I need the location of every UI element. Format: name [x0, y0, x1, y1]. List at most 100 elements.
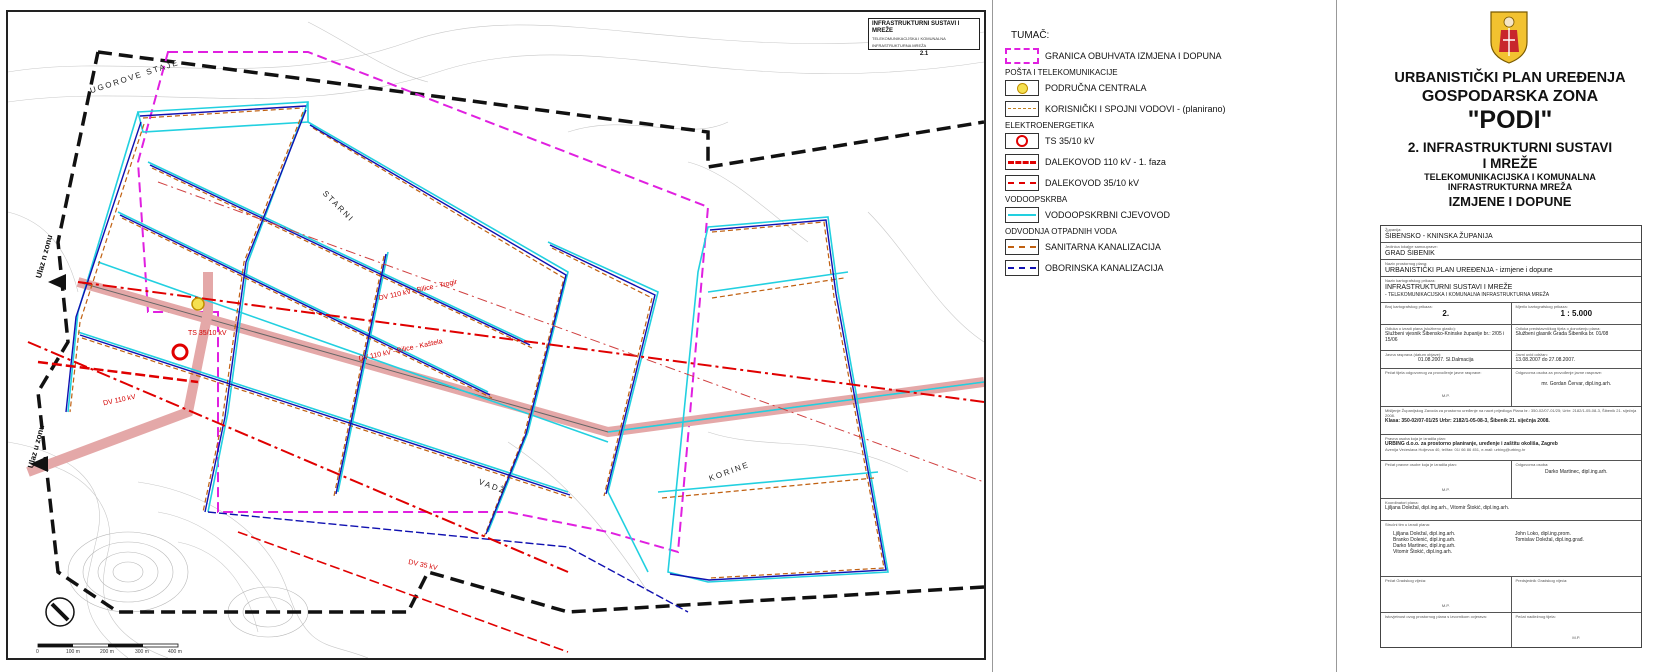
table-row: Broj kartografskog prikaza: 2. Mjerilo ka…	[1381, 303, 1641, 325]
corner-title-number: 2.1	[919, 51, 929, 57]
title-line8: IZMJENE I DOPUNE	[1448, 194, 1572, 209]
dv110-swatch	[1005, 153, 1039, 170]
scale-tick: 300 m	[135, 649, 149, 655]
legend-label: OBORINSKA KANALIZACIJA	[1045, 262, 1164, 273]
legend-item-dv35: DALEKOVOD 35/10 kV	[1005, 174, 1305, 191]
legend-label: DALEKOVOD 110 kV - 1. faza	[1045, 156, 1166, 167]
publication-value: 01.08.2007. Sl.Dalmacija	[1417, 357, 1474, 363]
map-canvas[interactable]	[8, 12, 984, 658]
scale-tick: 400 m	[168, 649, 182, 655]
legend-group-elec: ELEKTROENERGETIKA	[1005, 121, 1094, 130]
table-row: Pravna osoba koja je izradila plan: URBIN…	[1381, 435, 1641, 461]
legend-item-boundary: GRANICA OBUHVATA IZMJENA I DOPUNA	[1005, 47, 1305, 64]
water-swatch	[1005, 206, 1039, 223]
scale-value: 1 : 5.000	[1560, 309, 1593, 318]
city-crest-icon	[1490, 11, 1528, 64]
legend-label: GRANICA OBUHVATA IZMJENA I DOPUNA	[1045, 50, 1222, 61]
consent-class: Klasa: 350-02/07-01/25 Urbr: 2182/1-05-0…	[1385, 418, 1550, 424]
legend-item-dv110: DALEKOVOD 110 kV - 1. faza	[1005, 153, 1305, 170]
cell-caption: Pečat nadležnog tijela:	[1515, 614, 1556, 619]
ts-swatch	[1005, 132, 1039, 149]
sanitary-network	[69, 107, 885, 579]
legend-label: VODOOPSKRBNI CJEVOVOD	[1045, 209, 1171, 220]
legend-label: DALEKOVOD 35/10 kV	[1045, 177, 1140, 188]
central-symbol	[191, 297, 205, 311]
legend-item-sanitary: SANITARNA KANALIZACIJA	[1005, 238, 1305, 255]
ts-35-10-symbol	[171, 343, 189, 361]
legend-label: SANITARNA KANALIZACIJA	[1045, 241, 1161, 252]
maker-address: Avenija Većeslava Holjevca 40, tel/fax: …	[1385, 447, 1526, 452]
consent-text: Mišljenje Županijskog Zavoda za prostorn…	[1385, 408, 1637, 418]
legend: TUMAČ: GRANICA OBUHVATA IZMJENA I DOPUNA…	[1005, 24, 1305, 304]
table-row: Pečat Gradskog vijeća: M.P. Predsjednik G…	[1381, 577, 1641, 613]
scale-tick: 200 m	[100, 649, 114, 655]
terrain-hill	[67, 531, 309, 638]
map-corner-title: INFRASTRUKTURNI SUSTAVI I MREŽE TELEKOMU…	[868, 18, 980, 57]
legend-item-user-lines: KORISNIČKI I SPOJNI VODOVI - (planirano)	[1005, 100, 1305, 117]
seal-mark: M.P.	[1441, 393, 1450, 398]
table-row: Stručni tim u izradi plana: Ljiljana Dol…	[1381, 521, 1641, 577]
title-line5: I MREŽE	[1482, 156, 1538, 171]
table-row: Pečat pravne osobe koja je izradila plan…	[1381, 461, 1641, 499]
cell-caption: Odgovorna osoba:	[1515, 462, 1549, 467]
sheet-number: 2.	[1442, 309, 1450, 318]
scale-bar	[37, 643, 179, 648]
table-row: Koordinatori plana: Ljiljana Doležal, dip…	[1381, 499, 1641, 521]
legend-title: TUMAČ:	[1011, 30, 1050, 41]
title-line3: "PODI"	[1467, 106, 1553, 134]
sheet-sub-value: - TELEKOMUNIKACIJSKA I KOMUNALNA INFRAST…	[1385, 292, 1550, 298]
responsible-value: mr. Gordan Červar, dipl.ing.arh.	[1541, 381, 1612, 387]
title-table: Županija: ŠIBENSKO - KNINSKA ŽUPANIJA Jed…	[1380, 225, 1642, 648]
team-member: Tomislav Doležal, dipl.ing.građ.	[1515, 537, 1584, 543]
title-line6: TELEKOMUNIKACIJSKA I KOMUNALNA	[1424, 172, 1596, 182]
cell-caption: Stručni tim u izradi plana:	[1385, 522, 1430, 527]
table-row: Mišljenje Županijskog Zavoda za prostorn…	[1381, 407, 1641, 435]
seal-mark: M.P.	[1441, 603, 1450, 608]
legend-label: PODRUČNA CENTRALA	[1045, 82, 1147, 93]
central-swatch	[1005, 79, 1039, 96]
table-row: Javna rasprava (datum objave): 01.08.2007…	[1381, 351, 1641, 369]
legend-group-water: VODOOPSKRBA	[1005, 195, 1068, 204]
legend-group-post: POŠTA I TELEKOMUNIKACIJE	[1005, 68, 1118, 77]
cell-caption: Pečat pravne osobe koja je izradila plan…	[1385, 462, 1457, 467]
legend-item-water: VODOOPSKRBNI CJEVOVOD	[1005, 206, 1305, 223]
cell-caption: Pečat Gradskog vijeća:	[1385, 578, 1427, 583]
drawing-sheet: INFRASTRUKTURNI SUSTAVI I MREŽE TELEKOMU…	[0, 0, 1680, 672]
storm-swatch	[1005, 259, 1039, 276]
table-row: Naziv kartografskog prikaza: INFRASTRUKTU…	[1381, 277, 1641, 303]
table-row: Naziv prostornog plana: URBANISTIČKI PLAN…	[1381, 260, 1641, 277]
title-line4: 2. INFRASTRUKTURNI SUSTAVI	[1407, 140, 1613, 155]
legend-label: TS 35/10 kV	[1045, 135, 1095, 146]
cell-caption: Predsjednik Gradskog vijeća:	[1515, 578, 1568, 583]
city-value: GRAD ŠIBENIK	[1385, 250, 1435, 257]
sanitary-swatch	[1005, 238, 1039, 255]
gazette-value: Službeni vjesnik Šibensko-Kninske župani…	[1385, 331, 1505, 343]
cell-caption: Odgovorna osoba za provođenje javne rasp…	[1515, 370, 1603, 375]
plan-value: URBANISTIČKI PLAN UREĐENJA - izmjene i d…	[1385, 267, 1553, 274]
map-panel[interactable]: INFRASTRUKTURNI SUSTAVI I MREŽE TELEKOMU…	[6, 10, 986, 660]
cell-caption: Pečat tijela odgovornog za provođenje ja…	[1385, 370, 1482, 375]
north-arrow-icon	[45, 597, 75, 627]
coordinators-value: Ljiljana Doležal, dipl.ing.arh., Vitomir…	[1385, 505, 1510, 511]
outer-boundary-line	[36, 50, 984, 614]
legend-item-central: PODRUČNA CENTRALA	[1005, 79, 1305, 96]
cell-caption: Istovjetnost ovog prostornog plana s izv…	[1385, 614, 1487, 619]
corner-title-line2: TELEKOMUNIKACIJSKA I KOMUNALNA INFRASTRU…	[872, 36, 946, 48]
entry-arrow-icon	[48, 274, 66, 290]
title-block: URBANISTIČKI PLAN UREĐENJA GOSPODARSKA Z…	[1340, 0, 1680, 672]
panel-divider	[1336, 0, 1337, 672]
scale-tick: 0	[36, 649, 39, 655]
team-member: Vitomir Štokić, dipl.ing.arh.	[1393, 549, 1453, 555]
panel-divider	[992, 0, 993, 672]
gazette2-value: Službeni glasnik Grada Šibenika br. 01/0…	[1515, 331, 1609, 337]
title-line2: GOSPODARSKA ZONA	[1421, 88, 1599, 105]
legend-item-storm: OBORINSKA KANALIZACIJA	[1005, 259, 1305, 276]
corner-title-line1: INFRASTRUKTURNI SUSTAVI I MREŽE	[872, 21, 960, 34]
table-row: Županija: ŠIBENSKO - KNINSKA ŽUPANIJA	[1381, 226, 1641, 243]
ts-label: TS 35/10 kV	[188, 330, 227, 337]
legend-label: KORISNIČKI I SPOJNI VODOVI - (planirano)	[1045, 103, 1226, 114]
table-row: Jedinica lokalne samouprave: GRAD ŠIBENIK	[1381, 243, 1641, 260]
sheet-value: INFRASTRUKTURNI SUSTAVI I MREŽE	[1385, 284, 1513, 291]
title-line1: URBANISTIČKI PLAN UREĐENJA	[1394, 70, 1626, 86]
user-lines-swatch	[1005, 100, 1039, 117]
